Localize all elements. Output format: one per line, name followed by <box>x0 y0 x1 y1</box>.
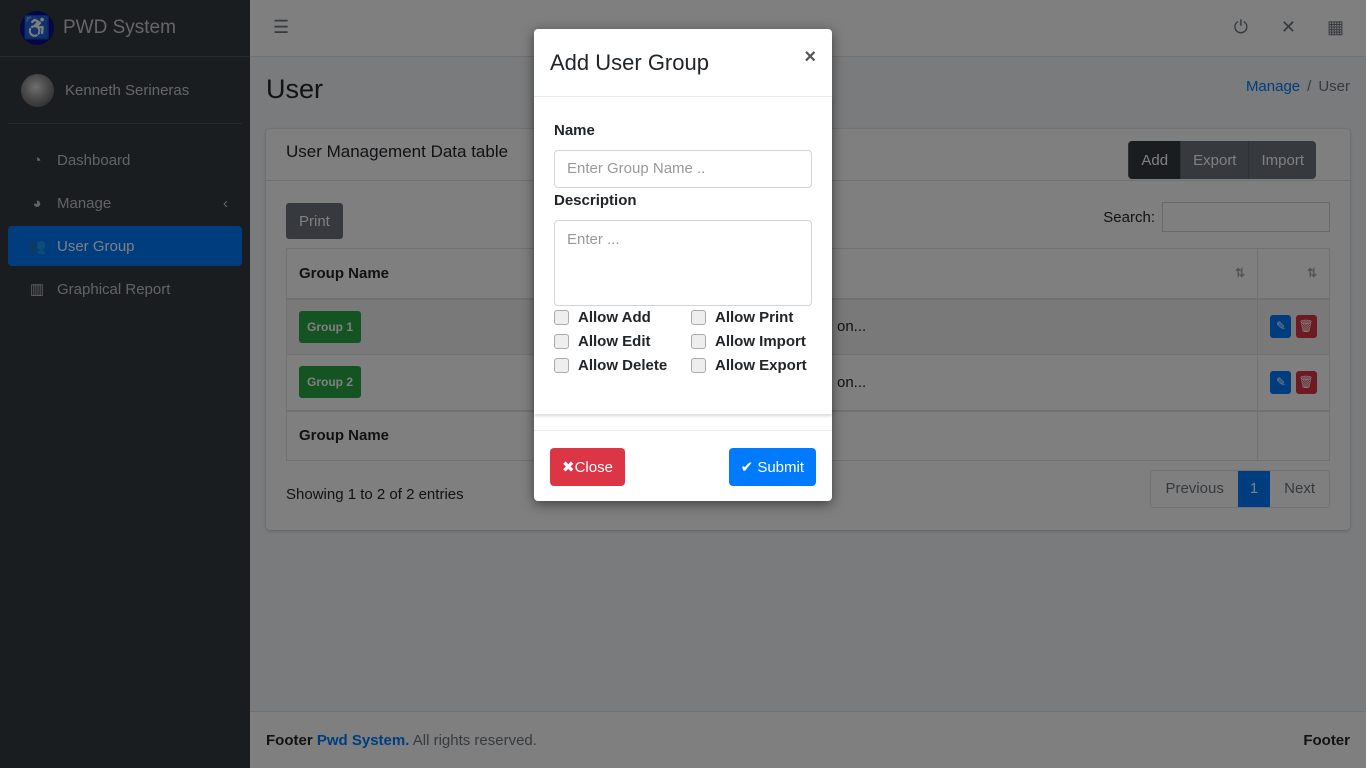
description-label: Description <box>554 192 637 209</box>
submit-button[interactable]: ✔ Submit <box>728 448 816 486</box>
allow-edit-checkbox[interactable]: Allow Edit <box>554 333 651 350</box>
allow-delete-checkbox[interactable]: Allow Delete <box>554 357 667 374</box>
description-textarea[interactable]: Enter ... <box>554 220 812 306</box>
name-label: Name <box>554 122 595 139</box>
close-icon[interactable]: × <box>804 46 816 69</box>
allow-add-checkbox[interactable]: Allow Add <box>554 309 651 326</box>
x-icon: ✖ <box>562 459 575 476</box>
close-button[interactable]: ✖Close <box>550 448 625 486</box>
group-name-input[interactable]: Enter Group Name .. <box>554 150 812 188</box>
add-user-group-modal: Add User Group × Name Enter Group Name .… <box>534 29 832 501</box>
allow-export-checkbox[interactable]: Allow Export <box>691 357 807 374</box>
modal-title: Add User Group <box>550 50 709 75</box>
check-icon: ✔ <box>740 459 758 476</box>
allow-import-checkbox[interactable]: Allow Import <box>691 333 806 350</box>
allow-print-checkbox[interactable]: Allow Print <box>691 309 793 326</box>
